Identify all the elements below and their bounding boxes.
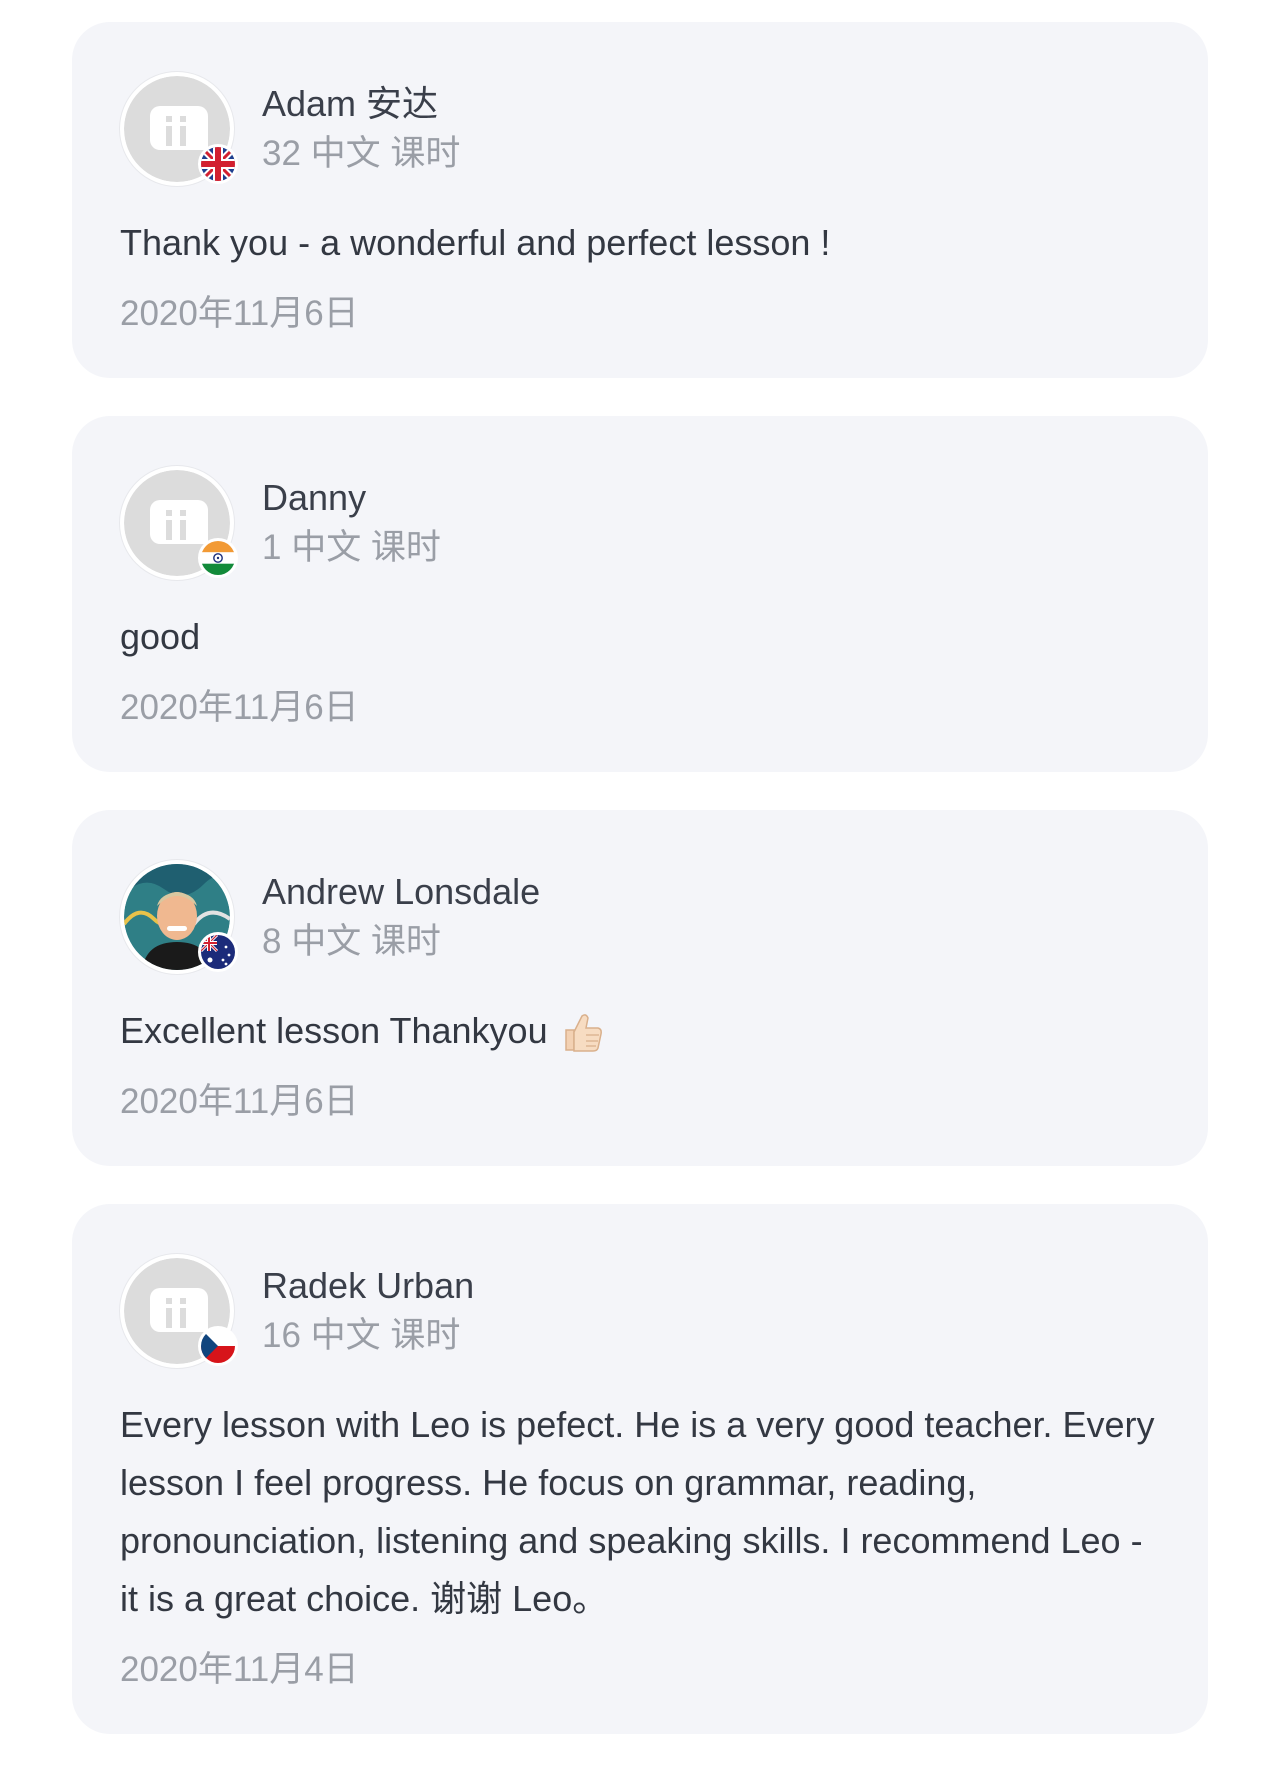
lesson-count: 8 中文 课时 (262, 922, 441, 961)
review-text: Excellent lesson Thankyou (120, 1010, 548, 1051)
australia-flag-icon (198, 932, 238, 972)
avatar[interactable] (120, 466, 238, 580)
reviewer-name[interactable]: Andrew Lonsdale (262, 868, 540, 916)
review-text: good (120, 616, 201, 657)
reviewer-meta: Andrew Lonsdale 8 中文 课时 (262, 868, 540, 966)
review-card: Andrew Lonsdale 8 中文 课时 Excellent lesson… (72, 810, 1208, 1166)
review-header: Radek Urban 16 中文 课时 (120, 1254, 1160, 1368)
lesson-count: 1 中文 课时 (262, 528, 441, 567)
uk-flag-icon (198, 144, 238, 184)
reviewer-name[interactable]: Danny (262, 474, 441, 522)
review-header: Andrew Lonsdale 8 中文 课时 (120, 860, 1160, 974)
review-text-row: Excellent lesson Thankyou (120, 1002, 1160, 1060)
reviewer-name[interactable]: Radek Urban (262, 1262, 474, 1310)
reviewer-meta: Danny 1 中文 课时 (262, 474, 441, 572)
review-header: Danny 1 中文 课时 (120, 466, 1160, 580)
reviewer-meta: Adam 安达 32 中文 课时 (262, 80, 460, 178)
avatar[interactable] (120, 1254, 238, 1368)
review-text: Thank you - a wonderful and perfect less… (120, 222, 831, 263)
lesson-count: 32 中文 课时 (262, 134, 461, 173)
thumbs-up-icon (558, 1010, 604, 1056)
review-list: Adam 安达 32 中文 课时 Thank you - a wonderful… (72, 22, 1208, 1772)
review-text: Every lesson with Leo is pefect. He is a… (120, 1404, 1155, 1619)
review-card: Danny 1 中文 课时 good 2020年11月6日 (72, 416, 1208, 772)
lesson-count: 16 中文 课时 (262, 1316, 461, 1355)
reviewer-name[interactable]: Adam 安达 (262, 80, 460, 128)
review-date: 2020年11月4日 (120, 1650, 359, 1689)
review-header: Adam 安达 32 中文 课时 (120, 72, 1160, 186)
review-card: Radek Urban 16 中文 课时 Every lesson with L… (72, 1204, 1208, 1734)
avatar[interactable] (120, 72, 238, 186)
avatar[interactable] (120, 860, 238, 974)
review-card: Adam 安达 32 中文 课时 Thank you - a wonderful… (72, 22, 1208, 378)
review-date: 2020年11月6日 (120, 294, 359, 333)
czech-flag-icon (198, 1326, 238, 1366)
reviewer-meta: Radek Urban 16 中文 课时 (262, 1262, 474, 1360)
review-date: 2020年11月6日 (120, 688, 359, 727)
india-flag-icon (198, 538, 238, 578)
review-date: 2020年11月6日 (120, 1082, 359, 1121)
